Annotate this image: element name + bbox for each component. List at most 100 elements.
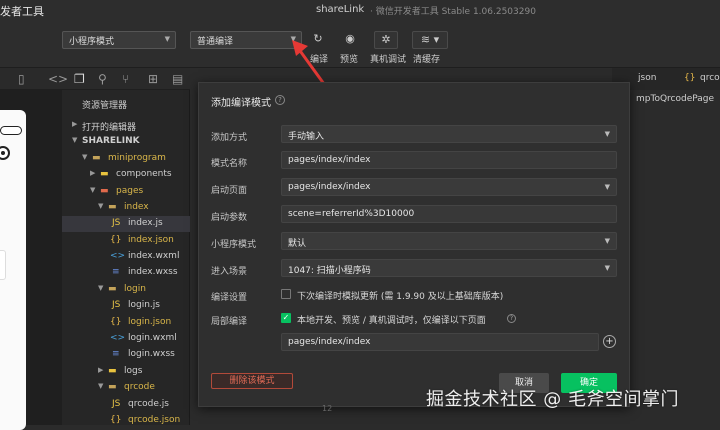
json-file-icon: {} bbox=[110, 317, 122, 327]
tree-item[interactable]: <> index.wxml bbox=[62, 249, 190, 265]
js-file-icon: JS bbox=[112, 399, 121, 409]
partial-page-input[interactable]: pages/index/index bbox=[281, 333, 599, 351]
code-icon[interactable]: <> bbox=[48, 72, 68, 86]
start-page-select[interactable]: pages/index/index ▼ bbox=[281, 178, 617, 196]
tree-item-label: index.json bbox=[128, 235, 174, 245]
project-section[interactable]: ▼ SHARELINK bbox=[62, 134, 190, 150]
js-file-icon: JS bbox=[112, 218, 121, 228]
phone-icon[interactable]: ▯ bbox=[18, 72, 25, 86]
help-icon[interactable]: ? bbox=[275, 95, 285, 105]
add-method-select[interactable]: 手动输入 ▼ bbox=[281, 125, 617, 143]
tree-item[interactable]: ≡ index.wxss bbox=[62, 265, 190, 281]
panel-icon[interactable]: ▤ bbox=[172, 72, 183, 86]
tree-item[interactable]: ▼ ▬ qrcode bbox=[62, 380, 190, 396]
miniprogram-mode-label: 小程序模式 bbox=[211, 240, 257, 250]
json-file-icon: {} bbox=[110, 235, 122, 245]
clear-cache-label[interactable]: 清缓存 bbox=[413, 52, 440, 65]
start-params-input[interactable]: scene=referrerId%3D10000 bbox=[281, 205, 617, 223]
chevron-right-icon: ▶ bbox=[72, 120, 78, 128]
layers-icon: ≋ ▾ bbox=[420, 33, 440, 46]
tree-item[interactable]: ▼ ▬ index bbox=[62, 200, 190, 216]
watermark: 掘金技术社区 @ 毛斧空间掌门 bbox=[426, 389, 679, 410]
tree-item[interactable]: <> login.wxml bbox=[62, 331, 190, 347]
chevron-down-icon: ▼ bbox=[604, 183, 610, 191]
branch-icon[interactable]: ⑂ bbox=[122, 72, 129, 86]
tree-item[interactable]: ▶ ▬ logs bbox=[62, 364, 190, 380]
compile-select-value: 普通编译 bbox=[197, 37, 234, 47]
tree-item[interactable]: ▼ ▬ login bbox=[62, 282, 190, 298]
tree-item-label: login.js bbox=[128, 300, 160, 310]
mode-name-input[interactable]: pages/index/index bbox=[281, 151, 617, 169]
tab-json[interactable]: json bbox=[638, 73, 656, 83]
tree-item-label: index.wxss bbox=[128, 267, 178, 277]
tree-item[interactable]: ▼ ▬ pages bbox=[62, 184, 190, 200]
tree-item-label: login bbox=[124, 284, 146, 294]
wxml-file-icon: <> bbox=[110, 333, 126, 343]
search-icon[interactable]: ⚲ bbox=[98, 72, 107, 86]
scene-value: 1047: 扫描小程序码 bbox=[288, 266, 371, 276]
files-icon[interactable]: ❐ bbox=[74, 72, 85, 86]
simulate-update-checkbox[interactable] bbox=[281, 289, 291, 299]
add-compile-mode-dialog: 添加编译模式 ? 添加方式 手动输入 ▼ 模式名称 pages/index/in… bbox=[198, 82, 630, 407]
chevron-down-icon: ▼ bbox=[604, 237, 610, 245]
remote-debug-button[interactable]: ✲ bbox=[374, 31, 398, 49]
remote-debug-label[interactable]: 真机调试 bbox=[370, 52, 406, 65]
clear-cache-button[interactable]: ≋ ▾ bbox=[412, 31, 448, 49]
tab-qrcode[interactable]: qrco bbox=[700, 73, 720, 83]
chevron-down-icon: ▼ bbox=[98, 202, 104, 210]
tree-item-label: components bbox=[116, 169, 172, 179]
miniprogram-mode-select[interactable]: 默认 ▼ bbox=[281, 232, 617, 250]
tree-item-label: login.wxss bbox=[128, 349, 175, 359]
delete-mode-button[interactable]: 删除该模式 bbox=[211, 373, 293, 389]
chevron-down-icon: ▼ bbox=[98, 382, 104, 390]
tree-item[interactable]: {} index.json bbox=[62, 233, 190, 249]
wxss-file-icon: ≡ bbox=[112, 267, 120, 277]
simulator bbox=[0, 90, 62, 430]
tree-item[interactable]: {} login.json bbox=[62, 315, 190, 331]
folder-icon: ▬ bbox=[100, 169, 109, 179]
mode-name-label: 模式名称 bbox=[211, 159, 248, 169]
tree-item-label: index.js bbox=[128, 218, 163, 228]
line-number: 12 bbox=[322, 404, 333, 413]
folder-icon: ▬ bbox=[100, 186, 109, 196]
js-file-icon: JS bbox=[112, 300, 121, 310]
scene-label: 进入场景 bbox=[211, 267, 248, 277]
add-page-icon[interactable]: + bbox=[603, 335, 616, 348]
chevron-down-icon: ▼ bbox=[82, 153, 88, 161]
chevron-down-icon: ▼ bbox=[72, 136, 78, 144]
extensions-icon[interactable]: ⊞ bbox=[148, 72, 158, 86]
help-icon[interactable]: ? bbox=[507, 314, 516, 323]
tree-item-label: login.json bbox=[128, 317, 172, 327]
compile-select[interactable]: 普通编译 ▼ bbox=[190, 31, 302, 49]
preview-label[interactable]: 预览 bbox=[340, 52, 358, 65]
open-editors-section[interactable]: ▶ 打开的编辑器 bbox=[62, 118, 190, 134]
project-label: SHARELINK bbox=[82, 136, 140, 146]
add-method-label: 添加方式 bbox=[211, 133, 248, 143]
toolbar: 小程序模式 ▼ 普通编译 ▼ ↻ ◉ ✲ ≋ ▾ bbox=[0, 22, 720, 68]
tree-item-label: index bbox=[124, 202, 149, 212]
tree-item[interactable]: ▶ ▬ components bbox=[62, 167, 190, 183]
tree-item[interactable]: {} qrcode.json bbox=[62, 413, 190, 429]
partial-compile-checkbox[interactable]: ✓ bbox=[281, 313, 291, 323]
activity-bar: ▯ <> ❐ ⚲ ⑂ ⊞ ▤ bbox=[0, 68, 190, 90]
chevron-down-icon: ▼ bbox=[98, 284, 104, 292]
tree-item-label: login.wxml bbox=[128, 333, 177, 343]
tree-item[interactable]: JS index.js bbox=[62, 216, 190, 232]
tree-item[interactable]: ▼ ▬ miniprogram bbox=[62, 151, 190, 167]
tree-item[interactable]: ≡ login.wxss bbox=[62, 347, 190, 363]
preview-button[interactable]: ◉ bbox=[338, 31, 362, 49]
chevron-down-icon: ▼ bbox=[604, 130, 610, 138]
bug-icon: ✲ bbox=[381, 33, 391, 46]
tree-item-label: logs bbox=[124, 366, 143, 376]
mode-select[interactable]: 小程序模式 ▼ bbox=[62, 31, 176, 49]
start-page-value: pages/index/index bbox=[288, 182, 371, 192]
chevron-right-icon: ▶ bbox=[90, 169, 96, 177]
chevron-down-icon: ▼ bbox=[164, 35, 170, 43]
tree-item[interactable]: JS login.js bbox=[62, 298, 190, 314]
tree-item[interactable]: JS qrcode.js bbox=[62, 397, 190, 413]
partial-compile-label: 局部编译 bbox=[211, 317, 248, 327]
folder-icon: ▬ bbox=[108, 366, 117, 376]
tree-item-label: qrcode.json bbox=[128, 415, 181, 425]
add-method-value: 手动输入 bbox=[288, 132, 325, 142]
scene-select[interactable]: 1047: 扫描小程序码 ▼ bbox=[281, 259, 617, 277]
